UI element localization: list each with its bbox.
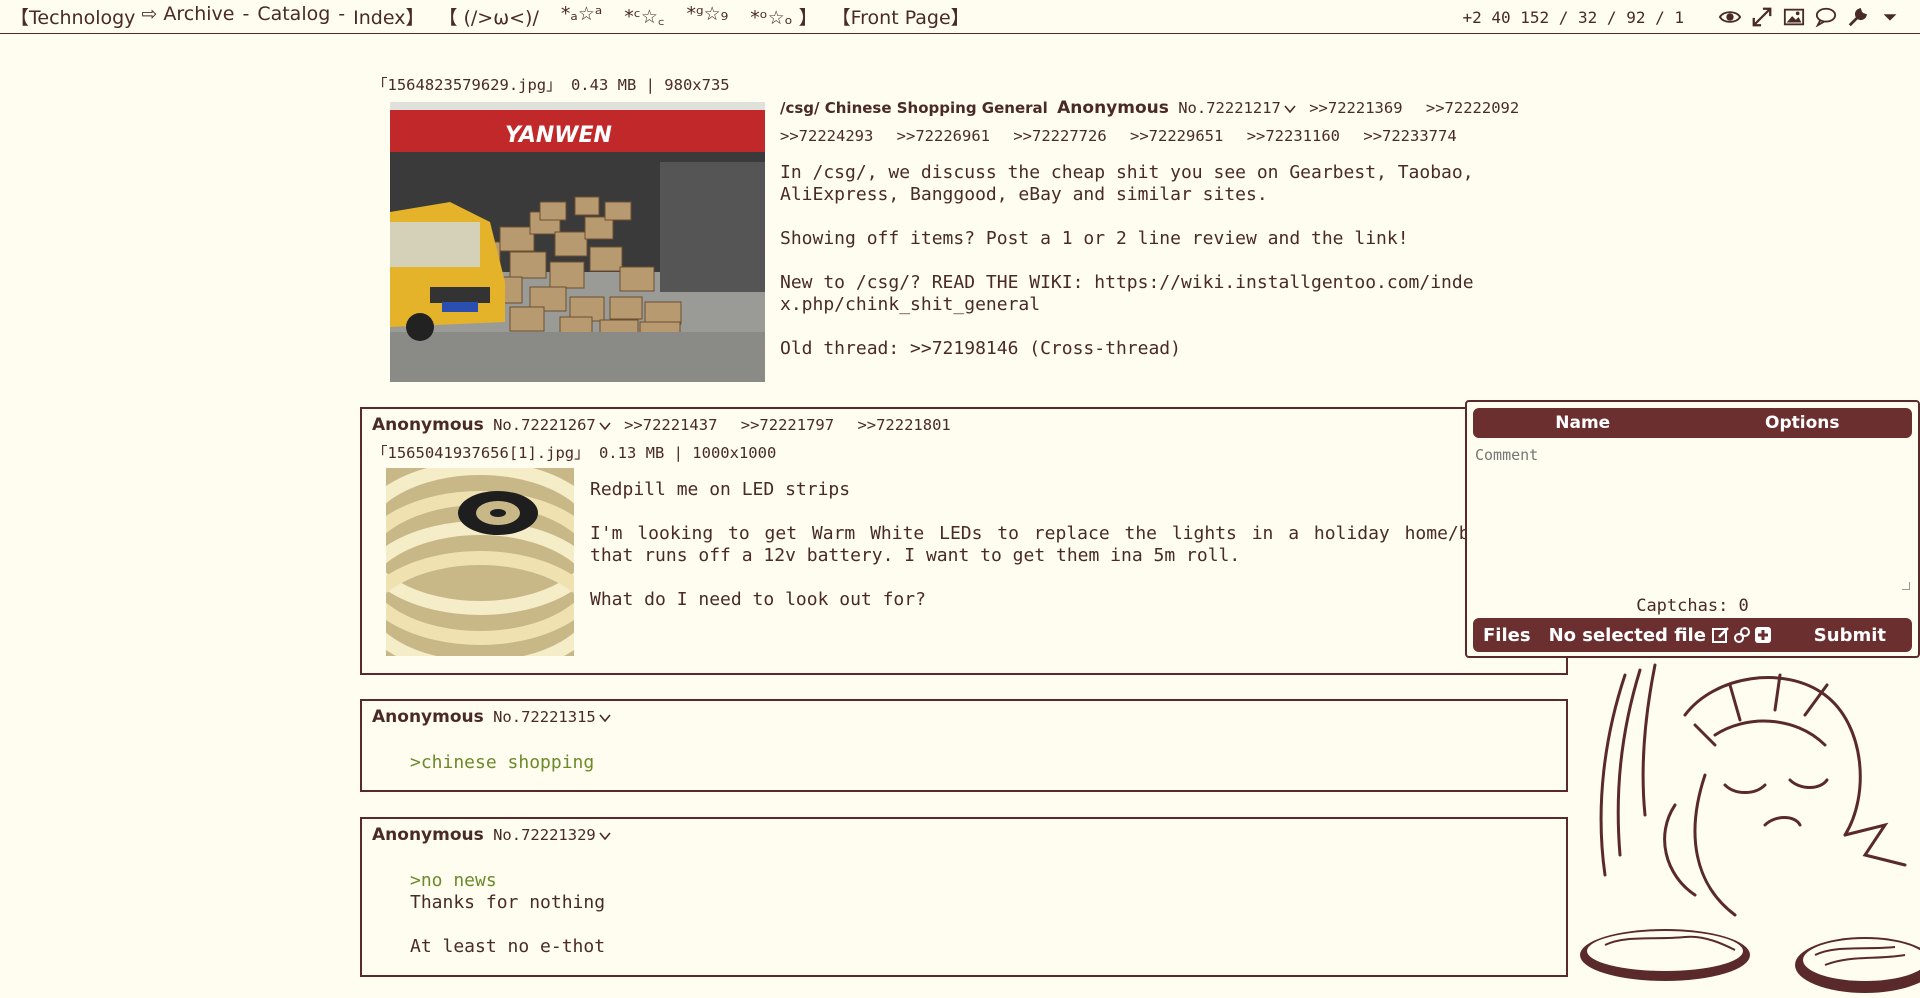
archive-link[interactable]: Archive bbox=[163, 3, 234, 30]
backlink[interactable]: >>72221797 bbox=[741, 416, 834, 434]
reply-body: >no news Thanks for nothing At least no … bbox=[410, 870, 605, 958]
reply-body: Redpill me on LED strips I'm looking to … bbox=[590, 479, 1550, 611]
link-icon[interactable] bbox=[1733, 626, 1751, 644]
board-mascot-image bbox=[1580, 663, 1920, 993]
post-number[interactable]: No.72221329 bbox=[493, 826, 596, 844]
selected-file-label: No selected file bbox=[1548, 624, 1706, 646]
backlink[interactable]: >>72221801 bbox=[857, 416, 950, 434]
thread-stats: +2 40 152 / 32 / 92 / 1 bbox=[1462, 7, 1684, 27]
post-paragraph: Showing off items? Post a 1 or 2 line re… bbox=[780, 228, 1409, 249]
reply-post: Anonymous No.72221329 >no news Thanks fo… bbox=[360, 817, 1568, 977]
backlink[interactable]: >>72224293 bbox=[780, 127, 873, 145]
post-paragraph[interactable]: New to /csg/? READ THE WIKI: https://wik… bbox=[780, 272, 1540, 316]
speech-bubble-icon[interactable] bbox=[1814, 5, 1838, 29]
wrench-icon[interactable] bbox=[1846, 5, 1870, 29]
front-page-link[interactable]: 【Front Page】 bbox=[832, 3, 970, 30]
poster-name: Anonymous bbox=[1057, 98, 1169, 118]
post-line: I'm looking to get Warm White LEDs to re… bbox=[590, 523, 1470, 544]
post-line: Redpill me on LED strips bbox=[590, 479, 851, 500]
thread-subject: /csg/ Chinese Shopping General bbox=[780, 99, 1048, 117]
op-file-info[interactable]: 「1564823579629.jpg」 0.43 MB | 980x735 bbox=[372, 73, 730, 95]
backlink[interactable]: >>72222092 bbox=[1426, 99, 1519, 117]
backlink[interactable]: >>72231160 bbox=[1247, 127, 1340, 145]
chevron-down-icon[interactable] bbox=[599, 421, 611, 431]
reply-file-info[interactable]: 「1565041937656[1].jpg」 0.13 MB | 1000x10… bbox=[372, 441, 776, 463]
poster-name: Anonymous bbox=[372, 415, 484, 435]
backlink[interactable]: >>72227726 bbox=[1013, 127, 1106, 145]
image-icon[interactable] bbox=[1782, 5, 1806, 29]
op-post-body: In /csg/, we discuss the cheap shit you … bbox=[780, 162, 1540, 382]
qr-header-bar: Name Options bbox=[1473, 408, 1912, 438]
post-number[interactable]: No.72221315 bbox=[493, 708, 596, 726]
post-line: Thanks for nothing bbox=[410, 892, 606, 913]
edit-icon[interactable] bbox=[1711, 626, 1730, 644]
chevron-down-icon[interactable] bbox=[1284, 104, 1296, 114]
post-line: At least no e-thot bbox=[410, 936, 606, 957]
expand-icon[interactable] bbox=[1750, 5, 1774, 29]
poster-name: Anonymous bbox=[372, 825, 484, 845]
comment-textarea[interactable] bbox=[1473, 442, 1913, 590]
quick-reply-panel[interactable]: Name Options Captchas: 0 Files No select… bbox=[1465, 400, 1920, 658]
arrow-icon: ⇨ bbox=[141, 3, 158, 25]
op-post-header: /csg/ Chinese Shopping General Anonymous… bbox=[780, 94, 1540, 150]
nav-separator: - bbox=[242, 3, 250, 25]
header-decoration: *ᵒ☆ₒ 】 bbox=[750, 7, 818, 29]
options-field[interactable]: Options bbox=[1693, 413, 1913, 433]
nav-separator: - bbox=[338, 3, 346, 25]
backlink[interactable]: >>72221437 bbox=[624, 416, 717, 434]
catalog-link[interactable]: Catalog bbox=[257, 3, 330, 30]
svg-text:YANWEN: YANWEN bbox=[505, 123, 612, 148]
post-number[interactable]: No.72221267 bbox=[493, 416, 596, 434]
backlink[interactable]: >>72226961 bbox=[897, 127, 990, 145]
chevron-down-icon[interactable] bbox=[1878, 5, 1902, 29]
header-decoration: *ₐ☆ᵃ bbox=[560, 3, 603, 25]
reply-post: Anonymous No.72221267 >>72221437 >>72221… bbox=[360, 407, 1568, 675]
post-paragraph: In /csg/, we discuss the cheap shit you … bbox=[780, 162, 1474, 205]
chevron-down-icon[interactable] bbox=[599, 713, 611, 723]
eye-icon[interactable] bbox=[1718, 5, 1742, 29]
header-decoration: *ᵍ☆₉ bbox=[686, 3, 729, 25]
greentext-quote: >no news bbox=[410, 870, 497, 891]
board-link[interactable]: 【Technology bbox=[10, 3, 135, 30]
backlink[interactable]: >>72233774 bbox=[1363, 127, 1456, 145]
backlink[interactable]: >>72221369 bbox=[1309, 99, 1402, 117]
name-field[interactable]: Name bbox=[1473, 413, 1693, 433]
reply-post: Anonymous No.72221315 >chinese shopping bbox=[360, 699, 1568, 792]
submit-button[interactable]: Submit bbox=[1814, 625, 1886, 646]
chevron-down-icon[interactable] bbox=[599, 831, 611, 841]
header-decoration: *ᶜ☆꜀ bbox=[624, 6, 665, 28]
op-thumbnail[interactable]: YANWEN bbox=[390, 102, 765, 382]
op-image: YANWEN bbox=[390, 102, 765, 382]
led-strip-image bbox=[386, 468, 574, 656]
poster-name: Anonymous bbox=[372, 707, 484, 727]
post-line: What do I need to look out for? bbox=[590, 589, 926, 610]
add-file-icon[interactable] bbox=[1754, 626, 1772, 644]
files-button[interactable]: Files bbox=[1483, 625, 1531, 646]
post-paragraph[interactable]: Old thread: >>72198146 (Cross-thread) bbox=[780, 338, 1540, 360]
reply-thumbnail[interactable] bbox=[386, 468, 574, 656]
index-link[interactable]: Index】 bbox=[353, 3, 424, 30]
backlink[interactable]: >>72229651 bbox=[1130, 127, 1223, 145]
resize-handle[interactable] bbox=[1902, 582, 1910, 590]
top-nav-bar: 【Technology ⇨ Archive - Catalog - Index】… bbox=[0, 0, 1920, 34]
header-decoration: 【 (/>ω<)/ bbox=[438, 7, 539, 29]
post-line: that runs off a 12v battery. I want to g… bbox=[590, 545, 1241, 566]
greentext-quote: >chinese shopping bbox=[410, 752, 595, 773]
captcha-counter: Captchas: 0 bbox=[1636, 596, 1749, 616]
post-number[interactable]: No.72221217 bbox=[1178, 99, 1281, 117]
qr-footer-bar: Files No selected file Submit bbox=[1473, 618, 1912, 652]
